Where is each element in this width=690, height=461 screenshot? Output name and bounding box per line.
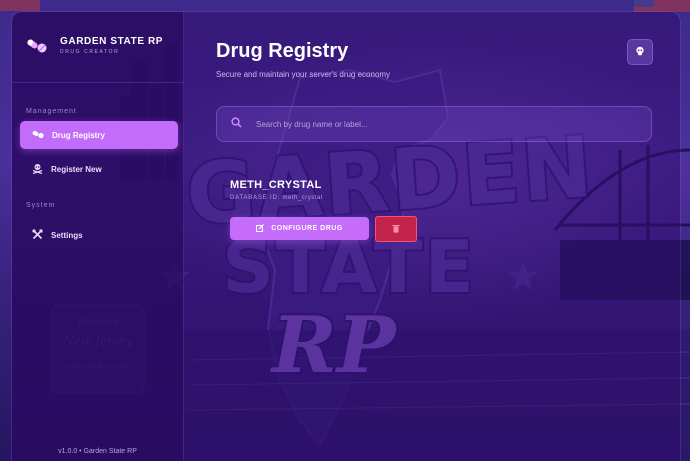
sidebar-divider <box>12 82 183 83</box>
brand-subtitle: DRUG CREATOR <box>60 49 120 55</box>
sidebar-item-drug-registry[interactable]: Drug Registry <box>20 121 178 149</box>
corner-menu-button[interactable] <box>627 39 653 65</box>
edit-icon <box>256 223 265 234</box>
app-window: GARDEN STATE RP DRUG CREATOR Management … <box>12 12 680 461</box>
brand: GARDEN STATE RP DRUG CREATOR <box>26 36 163 55</box>
main-content: Drug Registry Secure and maintain your s… <box>184 12 680 461</box>
sidebar-item-register-new[interactable]: Register New <box>20 155 178 183</box>
delete-drug-button[interactable] <box>375 216 417 242</box>
database-id-label: DATABASE ID: <box>230 195 281 201</box>
drug-database-id: DATABASE ID: meth_crystal <box>230 195 323 201</box>
search-bar <box>216 106 652 142</box>
page-subtitle: Secure and maintain your server's drug e… <box>216 70 391 79</box>
section-label-management: Management <box>26 108 77 115</box>
sidebar-item-label: Register New <box>51 164 102 174</box>
page-title: Drug Registry <box>216 40 349 62</box>
section-label-system: System <box>26 202 56 209</box>
brand-title: GARDEN STATE RP <box>60 36 164 47</box>
skull-crossbones-icon <box>32 163 43 176</box>
search-icon <box>231 115 242 133</box>
pills-icon <box>32 130 44 141</box>
drug-name: METH_CRYSTAL <box>230 179 322 191</box>
skull-icon <box>635 43 645 61</box>
pills-icon <box>26 38 48 54</box>
database-id-value: meth_crystal <box>282 195 323 201</box>
configure-drug-button[interactable]: CONFIGURE DRUG <box>230 217 369 240</box>
sidebar: GARDEN STATE RP DRUG CREATOR Management … <box>12 12 184 461</box>
sidebar-item-label: Settings <box>51 230 83 240</box>
configure-drug-label: CONFIGURE DRUG <box>271 225 343 232</box>
version-label: v1.0.0 • Garden State RP <box>58 448 137 455</box>
search-input[interactable] <box>254 118 638 130</box>
trash-icon <box>392 220 400 238</box>
sidebar-item-settings[interactable]: Settings <box>20 221 178 249</box>
tools-icon <box>32 228 43 242</box>
sidebar-item-label: Drug Registry <box>52 130 105 140</box>
